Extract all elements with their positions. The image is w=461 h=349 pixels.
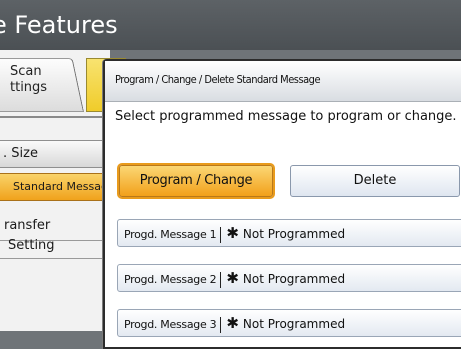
dialog-instruction: Select programmed message to program or … [115,109,457,124]
program-change-button[interactable]: Program / Change [119,165,273,197]
sidebar-item-size[interactable]: . Size [0,140,114,168]
message-row-2[interactable]: Progd. Message 2 ✱ Not Programmed [117,264,461,292]
message-name: Progd. Message 3 [124,318,217,331]
unprogrammed-star-icon: ✱ [226,314,239,332]
tab-scan-settings-label: Scan ttings [10,64,48,95]
separator [220,271,222,288]
separator [220,316,222,333]
tab-divider [0,116,112,118]
standard-message-dialog: Program / Change / Delete Standard Messa… [103,59,461,349]
unprogrammed-star-icon: ✱ [226,269,239,287]
dialog-title: Program / Change / Delete Standard Messa… [115,73,321,86]
sidebar-item-label: Standard Message [13,180,114,193]
title-bar: e Features [0,0,461,50]
unprogrammed-star-icon: ✱ [226,224,239,242]
message-row-3[interactable]: Progd. Message 3 ✱ Not Programmed [117,309,461,337]
delete-button[interactable]: Delete [290,165,460,197]
sidebar-item-label: Setting [8,238,55,253]
message-status: Not Programmed [242,227,346,241]
sidebar-item-standard-message[interactable]: Standard Message [0,173,114,201]
message-status: Not Programmed [242,317,346,331]
window-title: e Features [0,7,118,43]
sidebar-item-label: ransfer [4,218,51,233]
message-name: Progd. Message 2 [124,273,217,286]
window-title-text: e Features [0,11,118,39]
dialog-header: Program / Change / Delete Standard Messa… [105,61,461,102]
message-row-1[interactable]: Progd. Message 1 ✱ Not Programmed [117,219,461,247]
sidebar-item-setting[interactable]: Setting [0,233,112,259]
sidebar-item-label: . Size [3,146,38,161]
message-status: Not Programmed [242,272,346,286]
separator [220,226,222,243]
message-name: Progd. Message 1 [124,228,217,241]
